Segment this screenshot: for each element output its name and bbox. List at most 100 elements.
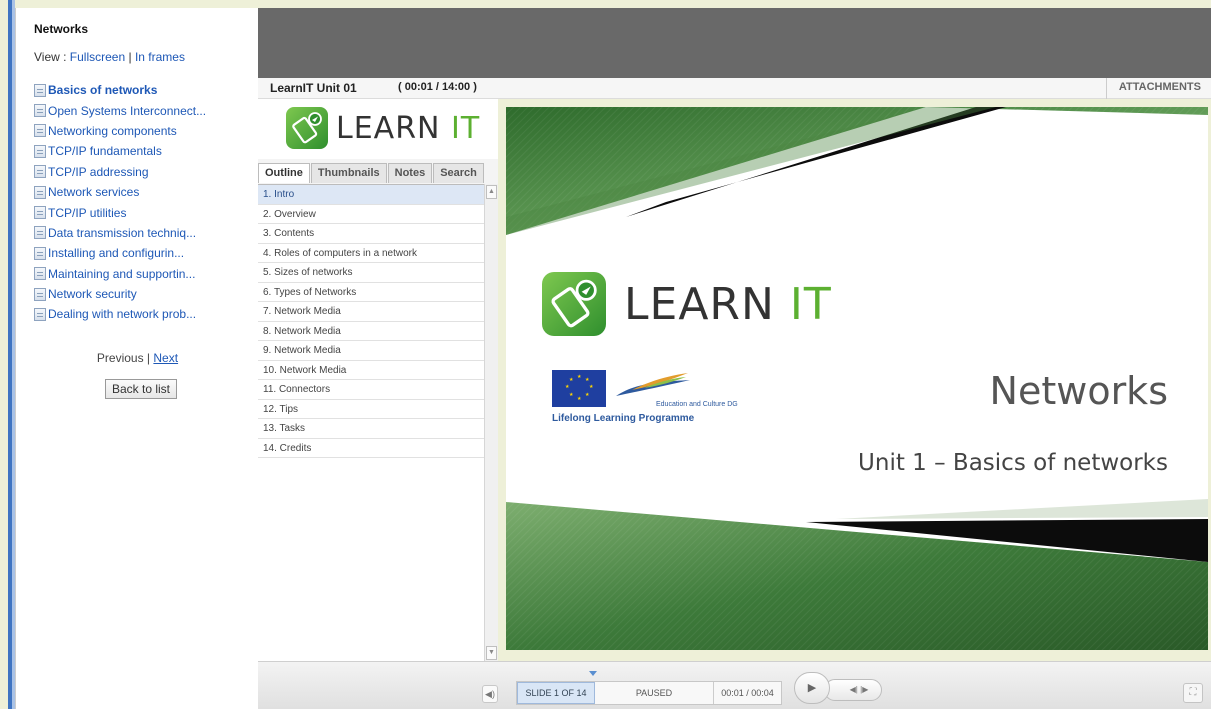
outline-item[interactable]: 8. Network Media bbox=[258, 322, 484, 341]
outline-item[interactable]: 13. Tasks bbox=[258, 419, 484, 439]
tab-outline[interactable]: Outline bbox=[258, 163, 310, 183]
slide-logo-it: IT bbox=[789, 278, 832, 330]
playback-state: PAUSED bbox=[635, 688, 673, 698]
outline-item[interactable]: 7. Network Media bbox=[258, 302, 484, 322]
course-sidebar: Networks View : Fullscreen | In frames B… bbox=[15, 8, 258, 709]
unit-item[interactable]: TCP/IP addressing bbox=[34, 162, 206, 182]
unit-item[interactable]: Dealing with network prob... bbox=[34, 304, 206, 324]
unit-item[interactable]: TCP/IP utilities bbox=[34, 202, 206, 222]
back-to-list-button[interactable]: Back to list bbox=[105, 379, 177, 399]
unit-item-label: Installing and configurin... bbox=[48, 246, 185, 261]
outline-item[interactable]: 5. Sizes of networks bbox=[258, 263, 484, 283]
scroll-up-icon[interactable]: ▲ bbox=[486, 185, 497, 199]
player-top-bar bbox=[258, 8, 1211, 78]
slide-logo-text: LEARN IT bbox=[624, 279, 832, 330]
slide-counter: SLIDE 1 OF 14 bbox=[517, 682, 595, 704]
unit-item-label: Network security bbox=[48, 287, 137, 302]
edu-culture-label: Education and Culture DG bbox=[656, 401, 738, 408]
learnit-logo-icon bbox=[286, 107, 328, 149]
unit-item-label: TCP/IP addressing bbox=[48, 164, 149, 179]
outline-item[interactable]: 10. Network Media bbox=[258, 361, 484, 380]
previous-slide-icon[interactable]: ◀| bbox=[850, 685, 858, 694]
unit-item[interactable]: Network services bbox=[34, 182, 206, 202]
eu-flag-icon: ★ ★ ★ ★ ★ ★ ★ ★ bbox=[552, 370, 606, 407]
fullscreen-link[interactable]: Fullscreen bbox=[70, 50, 125, 64]
app-frame: Networks View : Fullscreen | In frames B… bbox=[0, 0, 1211, 709]
unit-item[interactable]: Networking components bbox=[34, 121, 206, 141]
document-icon bbox=[34, 104, 46, 118]
attachments-button[interactable]: ATTACHMENTS bbox=[1105, 78, 1211, 99]
document-icon bbox=[34, 246, 46, 260]
unit-item-label: TCP/IP fundamentals bbox=[48, 144, 162, 159]
slide-title: Networks bbox=[989, 369, 1168, 413]
outline-item[interactable]: 14. Credits bbox=[258, 439, 484, 458]
unit-item-label: Networking components bbox=[48, 123, 177, 138]
outline-scrollbar[interactable]: ▲ ▼ bbox=[484, 184, 498, 661]
logo-it: IT bbox=[451, 110, 481, 146]
player-sidebar: LEARN IT Outline Thumbnails Notes Search… bbox=[258, 99, 498, 661]
eu-logo: ★ ★ ★ ★ ★ ★ ★ ★ Education and Culture DG Life… bbox=[552, 370, 738, 424]
unit-item-label: Data transmission techniq... bbox=[48, 225, 197, 240]
logo-text: LEARN IT bbox=[336, 111, 480, 146]
outline-item[interactable]: 6. Types of Networks bbox=[258, 283, 484, 302]
previous-link[interactable]: Previous bbox=[97, 351, 144, 365]
learnit-logo: LEARN IT bbox=[258, 99, 498, 159]
slide-logo-icon bbox=[542, 272, 606, 336]
logo-learn: LEARN bbox=[336, 110, 452, 146]
outline-item[interactable]: 1. Intro bbox=[258, 185, 484, 205]
unit-item-label: TCP/IP utilities bbox=[48, 205, 127, 220]
player-title-bar: LearnIT Unit 01 ( 00:01 / 14:00 ) ATTACH… bbox=[258, 78, 1211, 99]
document-icon bbox=[34, 287, 46, 301]
document-icon bbox=[34, 124, 46, 138]
view-separator: | bbox=[125, 50, 135, 64]
outline-item[interactable]: 11. Connectors bbox=[258, 380, 484, 400]
next-slide-icon[interactable]: |▶ bbox=[860, 685, 868, 694]
document-icon bbox=[34, 267, 46, 281]
outline-item[interactable]: 3. Contents bbox=[258, 224, 484, 244]
fullscreen-icon[interactable]: ⛶ bbox=[1183, 683, 1203, 703]
unit-item[interactable]: Maintaining and supportin... bbox=[34, 264, 206, 284]
outline-item[interactable]: 2. Overview bbox=[258, 205, 484, 224]
tab-thumbnails[interactable]: Thumbnails bbox=[310, 163, 387, 183]
presentation-title: LearnIT Unit 01 bbox=[270, 81, 357, 95]
outline-list: 1. Intro 2. Overview 3. Contents 4. Role… bbox=[258, 184, 484, 661]
unit-item-label: Open Systems Interconnect... bbox=[48, 103, 207, 118]
unit-item[interactable]: Installing and configurin... bbox=[34, 243, 206, 263]
unit-item[interactable]: Basics of networks bbox=[34, 80, 206, 100]
tab-search[interactable]: Search bbox=[433, 163, 484, 183]
unit-item-label: Basics of networks bbox=[48, 83, 158, 98]
document-icon bbox=[34, 206, 46, 220]
pagination-separator: | bbox=[143, 351, 154, 365]
unit-item-label: Dealing with network prob... bbox=[48, 307, 197, 322]
unit-item-label: Maintaining and supportin... bbox=[48, 266, 196, 281]
unit-item[interactable]: Network security bbox=[34, 284, 206, 304]
document-icon bbox=[34, 226, 46, 240]
in-frames-link[interactable]: In frames bbox=[135, 50, 185, 64]
playback-status: SLIDE 1 OF 14 PAUSED 00:01 / 00:04 bbox=[516, 681, 782, 705]
scroll-down-icon[interactable]: ▼ bbox=[486, 646, 497, 660]
slide-subtitle: Unit 1 – Basics of networks bbox=[858, 450, 1168, 476]
volume-icon[interactable]: ◀) bbox=[482, 685, 498, 703]
document-icon bbox=[34, 307, 46, 321]
outline-item[interactable]: 9. Network Media bbox=[258, 341, 484, 361]
view-mode-line: View : Fullscreen | In frames bbox=[34, 50, 185, 64]
unit-item[interactable]: TCP/IP fundamentals bbox=[34, 141, 206, 161]
slide-logo-learn: LEARN bbox=[624, 278, 790, 330]
outline-item[interactable]: 4. Roles of computers in a network bbox=[258, 244, 484, 263]
document-icon bbox=[34, 144, 46, 158]
unit-item[interactable]: Data transmission techniq... bbox=[34, 223, 206, 243]
document-icon bbox=[34, 83, 46, 97]
tab-notes[interactable]: Notes bbox=[387, 163, 433, 183]
presentation-duration: ( 00:01 / 14:00 ) bbox=[398, 81, 477, 93]
unit-list: Basics of networks Open Systems Intercon… bbox=[34, 80, 206, 325]
slide-logo: LEARN IT bbox=[542, 272, 832, 336]
document-icon bbox=[34, 165, 46, 179]
education-culture-swoosh-icon bbox=[616, 373, 690, 396]
play-button[interactable]: ▶ bbox=[794, 672, 830, 704]
outline-item[interactable]: 12. Tips bbox=[258, 400, 484, 419]
next-link[interactable]: Next bbox=[153, 351, 178, 365]
unit-item[interactable]: Open Systems Interconnect... bbox=[34, 100, 206, 120]
progress-marker-icon[interactable] bbox=[589, 671, 597, 676]
seek-buttons[interactable]: ◀| |▶ bbox=[824, 679, 882, 701]
lifelong-learning-label: Lifelong Learning Programme bbox=[552, 413, 695, 424]
